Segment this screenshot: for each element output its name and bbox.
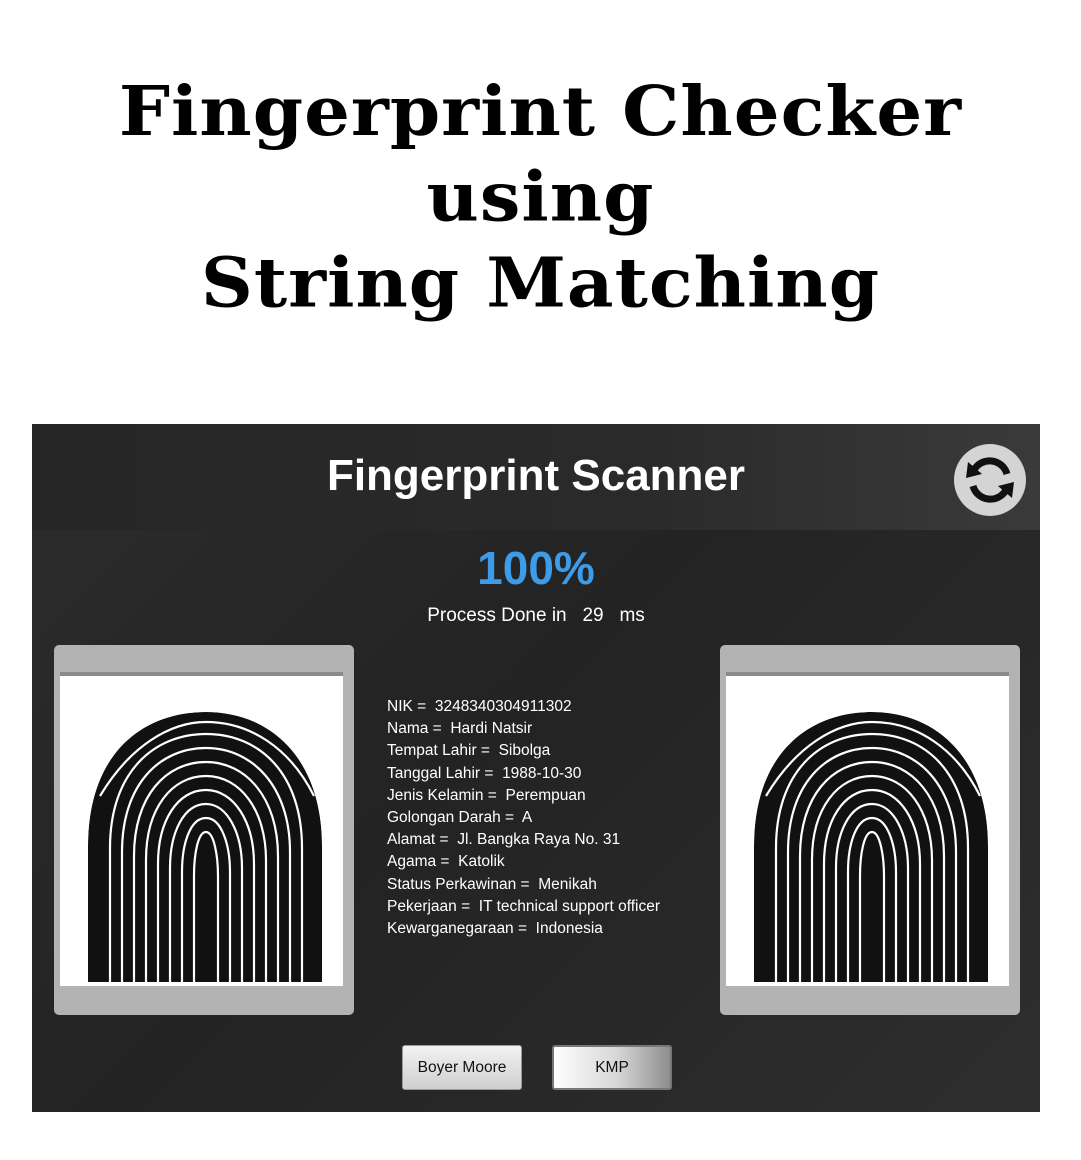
info-row-nik: NIK = 3248340304911302 xyxy=(387,698,572,715)
app-header: Fingerprint Scanner xyxy=(32,424,1040,530)
info-row-pekerjaan: Pekerjaan = IT technical support officer xyxy=(387,897,660,915)
process-prefix: Process Done in xyxy=(427,605,567,626)
process-unit: ms xyxy=(619,605,645,626)
info-row-kewarganegaraan: Kewarganegaraan = Indonesia xyxy=(387,920,603,938)
info-row-alamat: Alamat = Jl. Bangka Raya No. 31 xyxy=(387,831,621,849)
matched-fingerprint-image xyxy=(726,672,1009,986)
process-time: 29 xyxy=(582,605,604,626)
info-row-jenis-kelamin: Jenis Kelamin = Perempuan xyxy=(387,786,586,804)
app-title: Fingerprint Scanner xyxy=(326,451,746,500)
info-row-golongan-darah: Golongan Darah = A xyxy=(387,809,533,827)
scanner-window: Fingerprint Scanner 100% Process Done in… xyxy=(32,424,1040,1112)
info-row-agama: Agama = Katolik xyxy=(387,853,505,871)
kmp-button[interactable]: KMP xyxy=(552,1045,672,1090)
info-row-nama: Nama = Hardi Natsir xyxy=(387,720,533,738)
banner-title: Fingerprint Checker using String Matchin… xyxy=(0,68,1081,326)
info-row-tanggal-lahir: Tanggal Lahir = 1988-10-30 xyxy=(387,764,582,782)
identity-info: NIK = 3248340304911302 Nama = Hardi Nats… xyxy=(387,696,707,940)
progress-percent: 100% xyxy=(477,542,595,594)
info-row-tempat-lahir: Tempat Lahir = Sibolga xyxy=(387,742,551,760)
banner-line-3: String Matching xyxy=(200,242,881,323)
input-fingerprint-panel[interactable] xyxy=(54,645,354,1015)
refresh-icon xyxy=(966,457,1014,503)
input-fingerprint-image xyxy=(60,672,343,986)
info-row-status-perkawinan: Status Perkawinan = Menikah xyxy=(387,875,597,893)
banner-line-2: using xyxy=(426,156,655,237)
process-status: Process Done in 29 ms xyxy=(32,605,1040,627)
matched-fingerprint-panel xyxy=(720,645,1020,1015)
boyer-moore-button[interactable]: Boyer Moore xyxy=(402,1045,522,1090)
banner-line-1: Fingerprint Checker xyxy=(118,70,963,151)
refresh-button[interactable] xyxy=(954,444,1026,516)
